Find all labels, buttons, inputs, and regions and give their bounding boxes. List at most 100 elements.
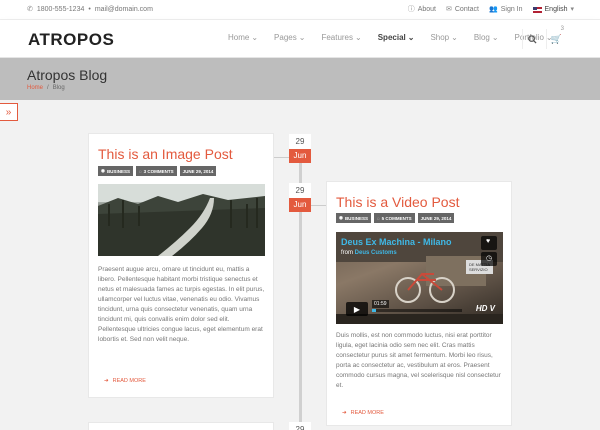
nav-item-features[interactable]: Features ⌄ <box>313 33 369 42</box>
read-more-label: READ MORE <box>350 410 384 416</box>
nav-item-pages[interactable]: Pages ⌄ <box>266 33 313 42</box>
page-title: Atropos Blog <box>27 67 108 83</box>
nav-label: Home <box>228 33 250 42</box>
chevron-down-icon: ⌄ <box>251 33 259 42</box>
vimeo-icon: V <box>489 304 495 313</box>
cart-button[interactable]: 🛒 3 <box>546 26 566 49</box>
top-bar: ✆ 1800-555-1234 • mail@domain.com ⓘ About… <box>0 0 600 20</box>
tag-label: JUNE 29, 2014 <box>420 215 452 221</box>
video-title[interactable]: Deus Ex Machina - Milano <box>341 237 452 247</box>
search-icon <box>528 34 537 44</box>
next-post-card <box>88 422 274 430</box>
folder-icon: ◉ <box>101 168 105 173</box>
language-label: English <box>544 6 568 13</box>
top-links: ⓘ About ✉ Contact 👥 Sign In English ▾ <box>408 6 574 13</box>
category-tag[interactable]: ◉ BUSINESS <box>336 213 371 223</box>
date-day: 29 <box>289 134 311 149</box>
tag-label: 3 COMMENTS <box>143 168 174 174</box>
comment-icon: ◌ <box>138 168 142 174</box>
about-link[interactable]: ⓘ About <box>408 6 436 13</box>
breadcrumb-home[interactable]: Home <box>27 85 43 91</box>
info-icon: ⓘ <box>407 6 415 13</box>
clock-icon: ◷ <box>486 255 493 262</box>
post-image[interactable] <box>98 184 265 256</box>
phone-number: 1800-555-1234 <box>36 6 85 13</box>
cart-icon: 🛒 <box>550 33 563 44</box>
contact-label: Contact <box>454 6 479 13</box>
double-chevron-right-icon: » <box>5 106 12 118</box>
post-meta: ◉ BUSINESS ◌ 3 COMMENTS JUNE 29, 2014 <box>98 166 217 176</box>
nav-item-shop[interactable]: Shop ⌄ <box>422 33 465 42</box>
comments-tag[interactable]: ◌ 5 COMMENTS <box>373 213 415 223</box>
nav-item-home[interactable]: Home ⌄ <box>220 33 266 42</box>
video-from-label: from <box>341 250 353 256</box>
video-player[interactable]: Deus Ex Machina - Milano from Deus Custo… <box>336 232 503 324</box>
play-button[interactable]: ▶ <box>346 302 368 316</box>
us-flag-icon <box>532 6 542 13</box>
nav-label: Features <box>321 33 354 42</box>
post-date-2: 29 Jun <box>289 183 311 212</box>
date-day: 29 <box>289 422 311 430</box>
sidebar-toggle[interactable]: » <box>0 103 18 121</box>
signin-label: Sign In <box>500 6 523 13</box>
date-tag: JUNE 29, 2014 <box>179 166 217 176</box>
chevron-down-icon: ⌄ <box>451 33 458 42</box>
separator-dot: • <box>88 6 91 13</box>
post-title[interactable]: This is a Video Post <box>336 194 459 210</box>
category-tag[interactable]: ◉ BUSINESS <box>98 166 133 176</box>
read-more-link[interactable]: ➜ READ MORE <box>104 378 146 384</box>
tag-label: BUSINESS <box>344 215 368 221</box>
read-more-link[interactable]: ➜ READ MORE <box>342 410 384 416</box>
post-meta: ◉ BUSINESS ◌ 5 COMMENTS JUNE 29, 2014 <box>336 213 455 223</box>
cart-count: 3 <box>560 26 564 32</box>
comments-tag[interactable]: ◌ 3 COMMENTS <box>135 166 177 176</box>
chevron-down-icon: ⌄ <box>407 33 415 42</box>
progress-fill <box>372 309 376 312</box>
post-title[interactable]: This is an Image Post <box>98 146 233 162</box>
page-title-band: Atropos Blog Home / Blog <box>0 58 600 100</box>
phone-icon: ✆ <box>27 6 33 13</box>
arrow-right-icon: ➜ <box>104 378 109 384</box>
timeline-connector <box>311 205 327 206</box>
breadcrumb-current: Blog <box>52 85 65 91</box>
watch-later-button[interactable]: ◷ <box>481 252 497 266</box>
video-post-card: This is a Video Post ◉ BUSINESS ◌ 5 COMMEN… <box>326 181 512 426</box>
nav-item-blog[interactable]: Blog ⌄ <box>466 33 507 42</box>
signin-link[interactable]: 👥 Sign In <box>489 6 523 13</box>
search-button[interactable] <box>522 29 542 49</box>
heart-icon: ♥ <box>486 238 491 245</box>
read-more-label: READ MORE <box>112 378 146 384</box>
nav-label: Shop <box>430 33 450 42</box>
badge-line: SERVIZIO <box>468 267 488 272</box>
tag-label: 5 COMMENTS <box>381 215 412 221</box>
nav-label: Pages <box>274 33 297 42</box>
timeline-connector <box>273 157 289 158</box>
forest-road-image <box>98 184 265 256</box>
email-address[interactable]: mail@domain.com <box>95 6 153 13</box>
chevron-down-icon: ⌄ <box>298 33 306 42</box>
comment-icon: ◌ <box>376 215 380 221</box>
nav-label: Blog <box>473 33 490 42</box>
tag-label: BUSINESS <box>106 168 130 174</box>
video-time: 01:59 <box>372 300 389 308</box>
contact-link[interactable]: ✉ Contact <box>446 6 479 13</box>
nav-item-special[interactable]: Special ⌄ <box>370 33 423 42</box>
post-excerpt: Praesent augue arcu, ornare ut tincidunt… <box>98 266 265 343</box>
arrow-right-icon: ➜ <box>342 410 347 416</box>
date-month: Jun <box>289 198 311 212</box>
video-progress-bar[interactable] <box>372 309 462 312</box>
image-post-card: This is an Image Post ◉ BUSINESS ◌ 3 COMME… <box>88 133 274 398</box>
hd-indicator[interactable]: HD V <box>476 304 495 313</box>
video-channel[interactable]: Deus Customs <box>355 250 397 256</box>
post-excerpt: Duis mollis, est non commodo luctus, nis… <box>336 332 501 389</box>
language-select[interactable]: English ▾ <box>532 6 574 13</box>
about-label: About <box>417 6 436 13</box>
hd-label: HD <box>475 304 488 313</box>
users-icon: 👥 <box>489 6 498 13</box>
mail-icon: ✉ <box>446 6 452 13</box>
date-tag: JUNE 29, 2014 <box>417 213 455 223</box>
like-button[interactable]: ♥ <box>481 236 497 250</box>
folder-icon: ◉ <box>339 215 343 220</box>
site-logo[interactable]: ATROPOS <box>28 30 114 50</box>
chevron-down-icon: ⌄ <box>491 33 499 42</box>
